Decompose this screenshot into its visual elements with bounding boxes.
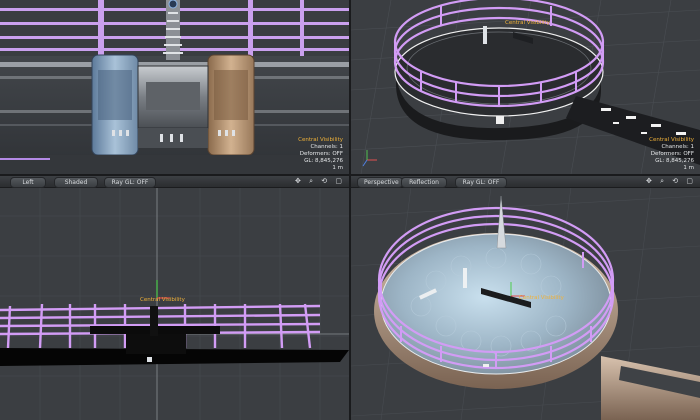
gl-readout: GL: 8,845,276 [655, 158, 694, 164]
gl-readout: GL: 8,845,276 [304, 158, 343, 164]
view-type-button[interactable]: Left [10, 177, 46, 188]
viewport-nav-icons[interactable]: ✥ ⌕ ⟲ ▢ [646, 176, 696, 187]
channels-readout: Channels: 1 [661, 144, 694, 150]
object-label-bl: Central Visibility [140, 297, 185, 303]
shading-mode-button[interactable]: Reflection [401, 177, 447, 188]
deformers-readout: Deformers: OFF [650, 151, 694, 157]
channels-readout: Channels: 1 [310, 144, 343, 150]
viewport-header-br: Perspective Reflection Ray GL: OFF ✥ ⌕ ⟲… [351, 176, 700, 188]
viewport-bottom-right[interactable]: Perspective Reflection Ray GL: OFF ✥ ⌕ ⟲… [351, 176, 700, 420]
viewport-info-tr: Central Visibility Channels: 1 Deformers… [649, 137, 694, 172]
viewport-header-bl: Left Shaded Ray GL: OFF ✥ ⌕ ⟲ ▢ [0, 176, 349, 188]
selection-label: Central Visibility [298, 137, 343, 143]
object-label-br: Central Visibility [519, 295, 564, 301]
scale-readout: 1 m [683, 165, 694, 171]
viewport-divider-horizontal[interactable] [0, 174, 700, 176]
ray-gl-button[interactable]: Ray GL: OFF [104, 177, 156, 188]
view-type-button[interactable]: Perspective [357, 177, 403, 188]
scale-readout: 1 m [332, 165, 343, 171]
selection-label: Central Visibility [649, 137, 694, 143]
deformers-readout: Deformers: OFF [299, 151, 343, 157]
shading-mode-button[interactable]: Shaded [54, 177, 98, 188]
object-label-tr: Central Visibility [505, 20, 550, 26]
viewport-render-tl [0, 0, 349, 174]
viewport-top-right[interactable]: Central Visibility Central Visibility Ch… [351, 0, 700, 174]
viewport-bottom-left[interactable]: Left Shaded Ray GL: OFF ✥ ⌕ ⟲ ▢ Central … [0, 176, 349, 420]
viewport-top-left[interactable]: Central Visibility Channels: 1 Deformers… [0, 0, 349, 174]
viewport-render-tr [351, 0, 700, 174]
ray-gl-button[interactable]: Ray GL: OFF [455, 177, 507, 188]
viewport-divider-vertical[interactable] [349, 0, 351, 420]
viewport-nav-icons[interactable]: ✥ ⌕ ⟲ ▢ [295, 176, 345, 187]
viewport-info-tl: Central Visibility Channels: 1 Deformers… [298, 137, 343, 172]
